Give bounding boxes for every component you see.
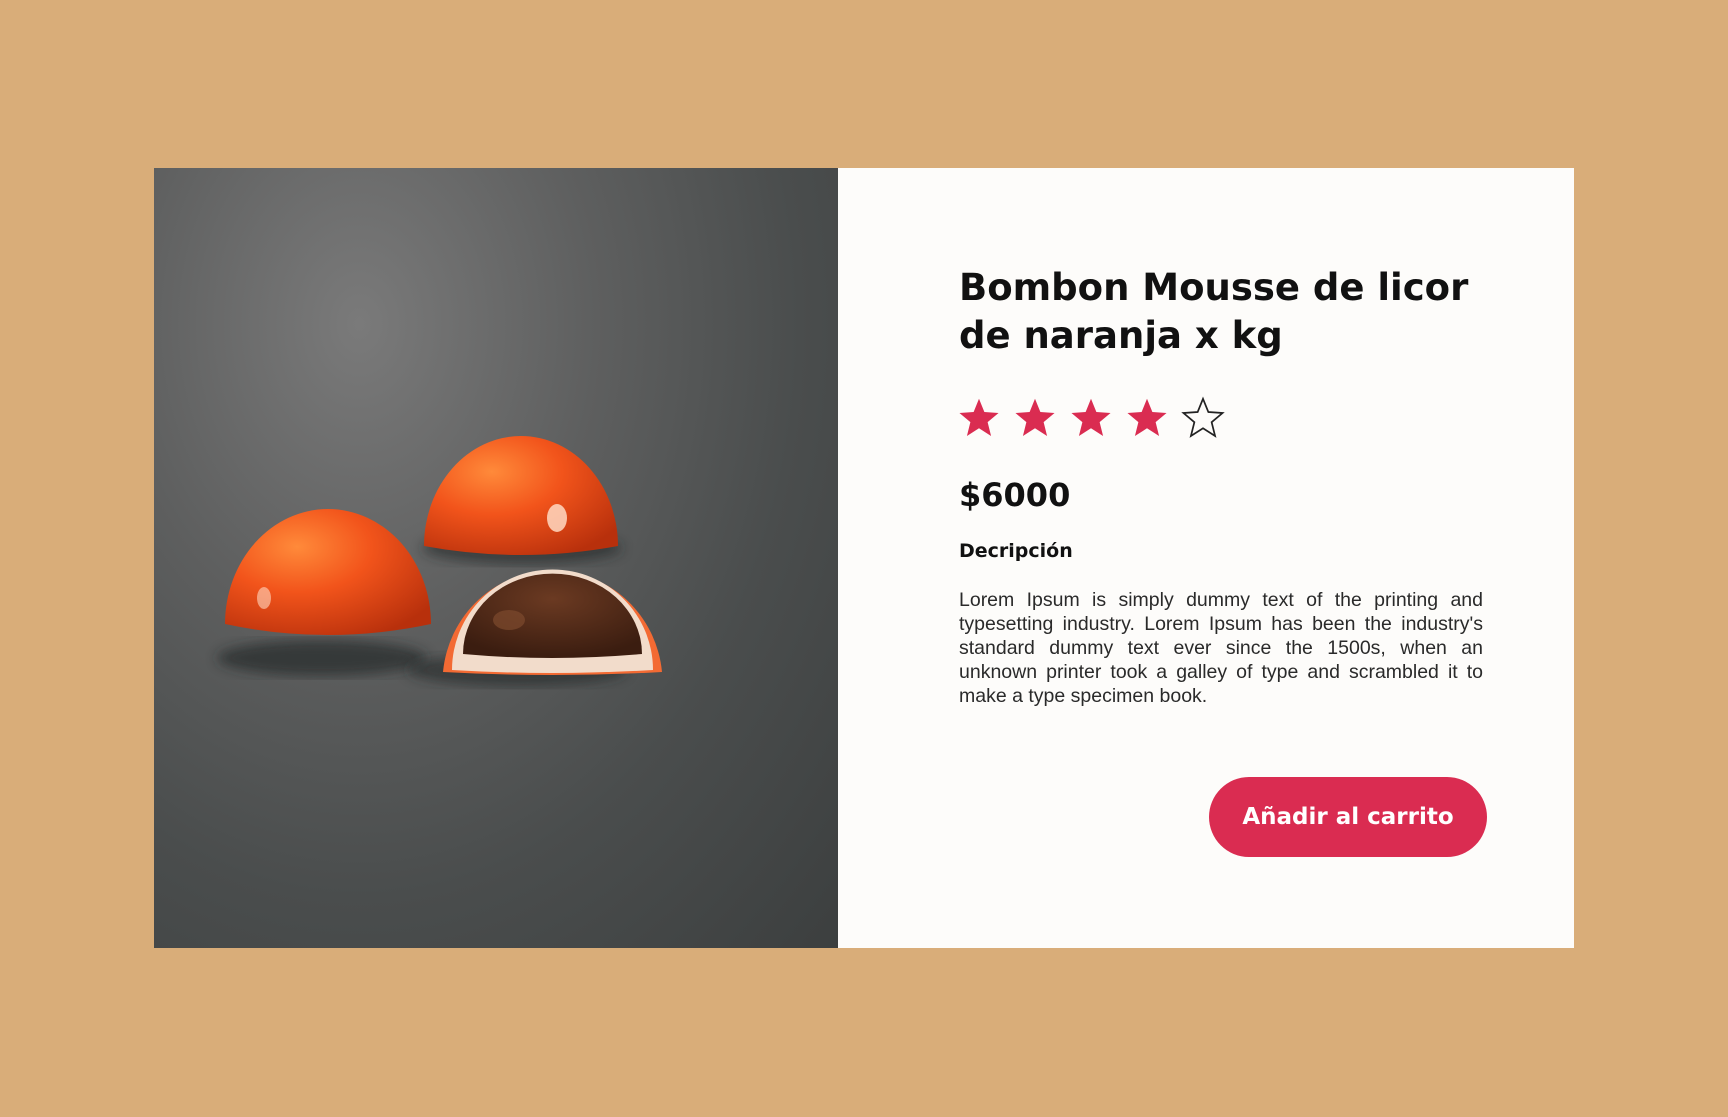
star-icon [1127,398,1167,436]
product-title: Bombon Mousse de licor de naranja x kg [959,266,1469,357]
star-outline-icon [1181,396,1225,438]
product-card: Bombon Mousse de licor de naranja x kg $… [154,168,1574,948]
add-to-cart-button[interactable]: Añadir al carrito [1209,777,1487,857]
star-icon [959,398,999,436]
product-info-panel: Bombon Mousse de licor de naranja x kg $… [838,168,1574,948]
rating-stars [956,394,1226,440]
star-icon [1071,398,1111,436]
chocolate-bonbons-illustration [217,436,662,686]
product-description: Lorem Ipsum is simply dummy text of the … [959,589,1483,707]
product-image [154,168,838,948]
product-price: $6000 [959,476,1071,514]
description-heading: Decripción [959,540,1073,562]
star-icon [1015,398,1055,436]
